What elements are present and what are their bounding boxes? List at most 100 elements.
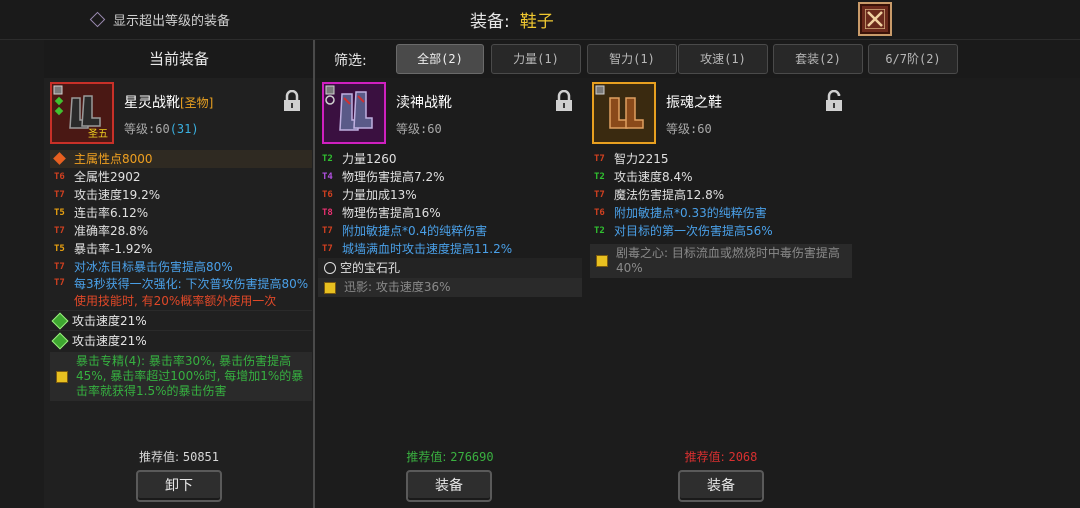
tier-badge: T7 (54, 262, 65, 272)
stat-row: T7 城墙满血时攻击速度提高11.2% (318, 240, 582, 258)
tier-badge: T8 (322, 208, 333, 218)
unlock-icon[interactable] (824, 90, 844, 112)
item-icon-frame[interactable] (322, 82, 386, 144)
page-title: 装备: 鞋子 (470, 7, 554, 32)
stat-row: T7 对冰冻目标暴击伤害提高80% (50, 258, 312, 276)
item-card-candidate-2: 振魂之鞋 等级:60 T7 智力2215 T2 攻击速度8.4% T7 魔法伤害提高12.… (586, 78, 856, 508)
gem-text: 攻击速度21% (72, 314, 147, 328)
stat-row: 主属性点8000 (50, 150, 312, 168)
set-bonus: 暴击专精(4): 暴击率30%, 暴击伤害提高45%, 暴击率超过100%时, … (50, 352, 312, 401)
boots-icon (595, 85, 644, 129)
recommend-score: 推荐值: 2068 (586, 448, 856, 465)
tier-badge: T7 (322, 226, 333, 236)
set-bonus: 剧毒之心: 目标流血或燃烧时中毒伤害提高40% (590, 244, 852, 278)
empty-socket-row: 空的宝石孔 (318, 258, 582, 278)
score-label: 推荐值: (406, 450, 447, 464)
stat-row: T7 智力2215 (590, 150, 852, 168)
stat-text: 力量1260 (342, 152, 397, 166)
score-value: 2068 (728, 450, 758, 464)
stat-row: T6 力量加成13% (318, 186, 582, 204)
lock-icon[interactable] (554, 90, 574, 112)
title-prefix: 装备: (470, 12, 510, 32)
stat-row: T7 准确率28.8% (50, 222, 312, 240)
set-bonus-text: 迅影: 攻击速度36% (344, 280, 451, 294)
filter-tab-attack-speed[interactable]: 攻速(1) (678, 44, 768, 74)
equip-button[interactable]: 装备 (678, 470, 764, 502)
stat-row: T6 全属性2902 (50, 168, 312, 186)
item-stat-list: T2 力量1260 T4 物理伤害提高7.2% T6 力量加成13% T8 物理伤害提高16%… (318, 150, 582, 297)
item-rarity-tag: [圣物] (180, 96, 214, 110)
item-level: 等级:60 (396, 122, 442, 136)
item-grade-badge: 圣五 (88, 129, 108, 140)
lock-icon[interactable] (282, 90, 302, 112)
show-over-level-label: 显示超出等级的装备 (113, 14, 231, 29)
unequip-button[interactable]: 卸下 (136, 470, 222, 502)
score-value: 276690 (450, 450, 494, 464)
stat-text: 附加敏捷点*0.33的纯粹伤害 (614, 206, 767, 220)
green-gem-icon (51, 332, 69, 350)
tier-badge: T7 (54, 190, 65, 200)
set-book-icon (596, 255, 608, 267)
stat-row: T5 暴击率-1.92% (50, 240, 312, 258)
item-icon-frame[interactable]: 圣五 (50, 82, 114, 144)
item-stat-list: 主属性点8000 T6 全属性2902 T7 攻击速度19.2% T5 连击率6.12% T7… (50, 150, 312, 401)
stat-row: T7 攻击速度19.2% (50, 186, 312, 204)
stat-text: 对冰冻目标暴击伤害提高80% (74, 260, 233, 274)
filter-tab-set[interactable]: 套装(2) (773, 44, 863, 74)
empty-socket-icon (324, 262, 336, 274)
filter-tab-all[interactable]: 全部(2) (396, 44, 484, 74)
gem-text: 攻击速度21% (72, 334, 147, 348)
stat-text: 力量加成13% (342, 188, 417, 202)
tier-badge: T7 (594, 154, 605, 164)
stat-row: T2 攻击速度8.4% (590, 168, 852, 186)
tier-badge: T2 (594, 226, 605, 236)
score-label: 推荐值: (139, 450, 180, 464)
stat-row: T5 连击率6.12% (50, 204, 312, 222)
item-icon-frame[interactable] (592, 82, 656, 144)
tier-badge: T6 (322, 190, 333, 200)
item-level: 等级:60 (666, 122, 712, 136)
stat-text: 对目标的第一次伤害提高56% (614, 224, 773, 238)
item-name: 星灵战靴[圣物] (124, 92, 213, 112)
stat-text: 全属性2902 (74, 170, 141, 184)
show-over-level-toggle[interactable]: 显示超出等级的装备 (89, 10, 231, 29)
stat-row: T7 每3秒获得一次强化: 下次普攻伤害提高80% (50, 276, 312, 293)
set-bonus-text: 暴击专精(4): 暴击率30%, 暴击伤害提高45%, 暴击率超过100%时, … (76, 354, 304, 398)
filter-tab-strength[interactable]: 力量(1) (491, 44, 581, 74)
tier-badge: T2 (594, 172, 605, 182)
stat-text: 连击率6.12% (74, 206, 149, 220)
stat-text: 物理伤害提高16% (342, 206, 441, 220)
tier-badge: T7 (54, 278, 65, 288)
stat-text: 攻击速度19.2% (74, 188, 161, 202)
stat-row: T2 对目标的第一次伤害提高56% (590, 222, 852, 240)
stat-row: T7 魔法伤害提高12.8% (590, 186, 852, 204)
stat-row: T7 附加敏捷点*0.4的纯粹伤害 (318, 222, 582, 240)
set-bonus: 迅影: 攻击速度36% (318, 278, 582, 297)
stat-row: T6 附加敏捷点*0.33的纯粹伤害 (590, 204, 852, 222)
stat-text: 物理伤害提高7.2% (342, 170, 445, 184)
close-button[interactable] (858, 2, 892, 36)
item-card-candidate-1: 渎神战靴 等级:60 T2 力量1260 T4 物理伤害提高7.2% T6 力量加成13%… (316, 78, 584, 508)
gem-row: 攻击速度21% (50, 310, 312, 330)
socket-text: 空的宝石孔 (340, 261, 401, 275)
item-level-text: 等级:60 (124, 122, 170, 136)
item-level: 等级:60(31) (124, 120, 199, 137)
gem-row: 攻击速度21% (50, 330, 312, 350)
recommend-score: 推荐值: 50851 (44, 448, 314, 465)
diamond-checkbox-icon[interactable] (89, 11, 106, 28)
filter-label: 筛选: (334, 53, 367, 69)
main-stat-icon (53, 152, 66, 165)
boots-icon (325, 85, 373, 131)
close-icon (865, 9, 885, 29)
equip-button[interactable]: 装备 (406, 470, 492, 502)
item-stat-list: T7 智力2215 T2 攻击速度8.4% T7 魔法伤害提高12.8% T6 附加敏捷点*0… (590, 150, 852, 278)
stat-text: 智力2215 (614, 152, 669, 166)
tier-badge: T6 (594, 208, 605, 218)
filter-tab-tier[interactable]: 6/7阶(2) (868, 44, 958, 74)
item-name: 渎神战靴 (396, 95, 452, 111)
item-level-bonus: (31) (169, 122, 199, 136)
filter-tab-intelligence[interactable]: 智力(1) (587, 44, 677, 74)
stat-row: T8 物理伤害提高16% (318, 204, 582, 222)
tier-badge: T7 (322, 244, 333, 254)
tier-badge: T6 (54, 172, 65, 182)
